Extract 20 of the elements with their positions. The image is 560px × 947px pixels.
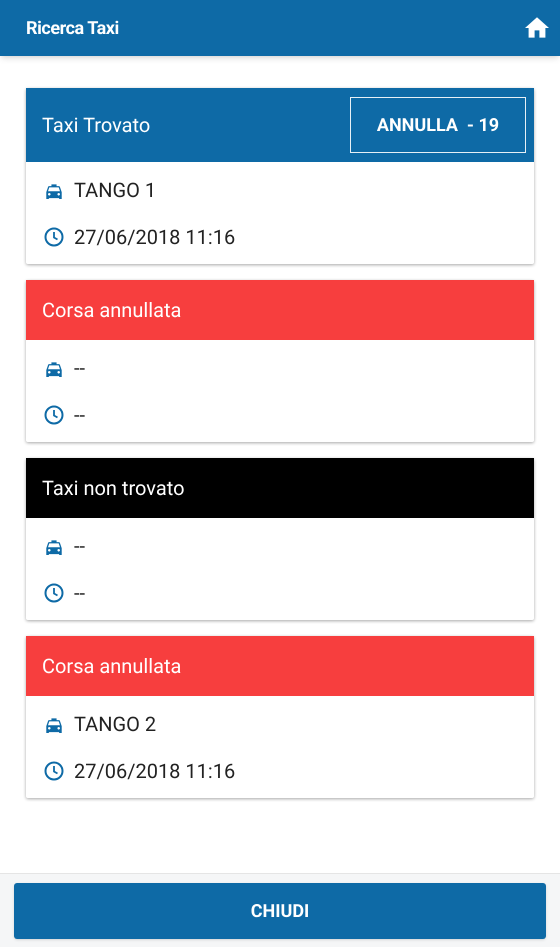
status-title: Corsa annullata	[42, 653, 182, 680]
taxi-name: TANGO 2	[74, 710, 156, 738]
cancel-button[interactable]: ANNULLA - 19	[350, 97, 526, 153]
home-icon	[525, 17, 549, 39]
close-button[interactable]: CHIUDI	[14, 883, 546, 939]
app-title: Ricerca Taxi	[26, 16, 119, 40]
ride-time: --	[74, 402, 86, 428]
status-title: Taxi Trovato	[42, 112, 150, 139]
ride-time: 27/06/2018 11:16	[74, 758, 236, 784]
status-title: Corsa annullata	[42, 297, 182, 324]
ride-time: --	[74, 580, 86, 606]
taxi-name: TANGO 1	[74, 176, 156, 204]
ride-time: 27/06/2018 11:16	[74, 224, 236, 250]
clock-icon	[44, 226, 64, 246]
clock-icon	[44, 404, 64, 424]
taxi-name: --	[74, 354, 86, 382]
clock-icon	[44, 760, 64, 780]
clock-icon	[44, 582, 64, 602]
taxi-name: --	[74, 532, 86, 560]
status-title: Taxi non trovato	[42, 475, 184, 502]
